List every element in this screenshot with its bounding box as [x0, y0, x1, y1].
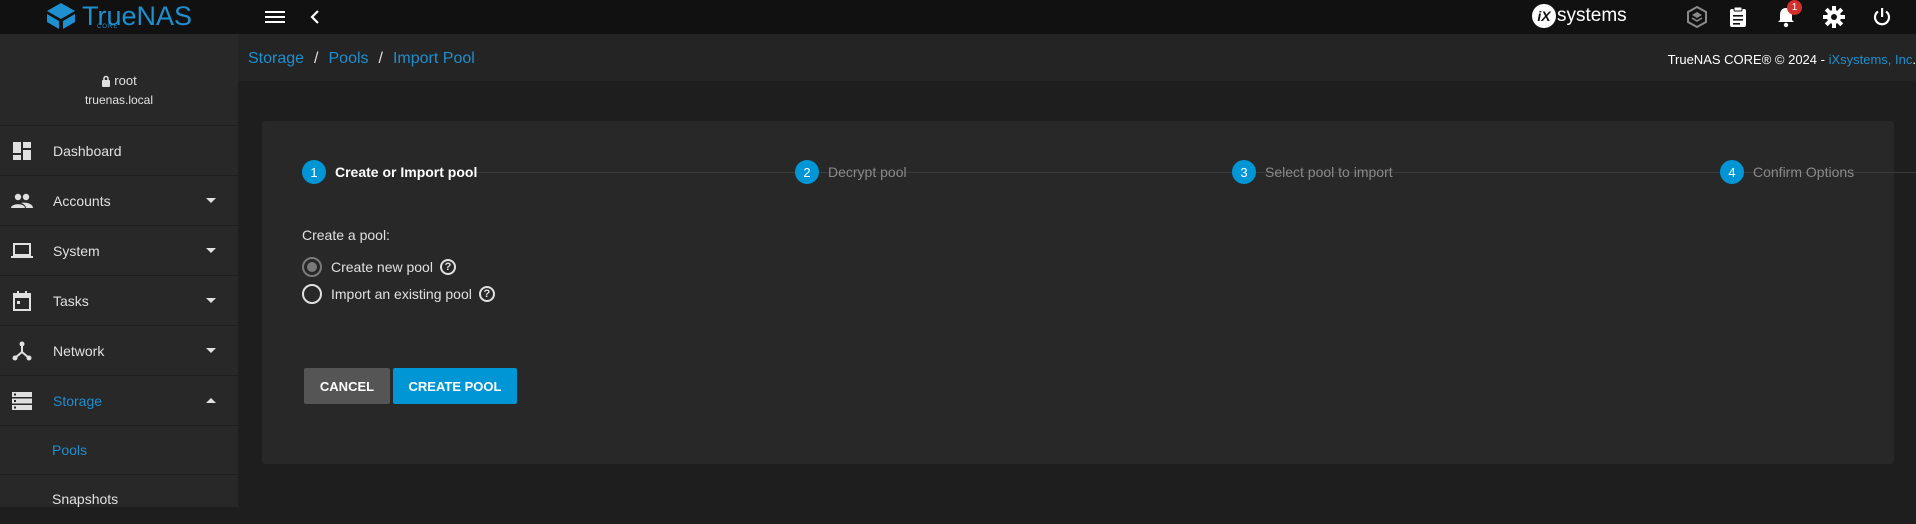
breadcrumb-import-pool[interactable]: Import Pool: [393, 50, 475, 68]
sidebar-subitem-snapshots[interactable]: Snapshots: [0, 475, 238, 524]
user-host: truenas.local: [84, 93, 154, 107]
sidebar-item-label: Network: [53, 342, 105, 359]
ix-mark: iX: [1532, 4, 1556, 28]
user-name-row: root: [0, 73, 238, 88]
sidebar-item-label: Tasks: [53, 292, 89, 309]
network-icon: [10, 339, 34, 363]
step-number: 3: [1232, 160, 1256, 184]
chevron-down-icon: [206, 348, 216, 353]
truecommand-icon[interactable]: [1683, 0, 1711, 34]
step-label: Decrypt pool: [828, 164, 907, 180]
breadcrumb-storage[interactable]: Storage: [248, 50, 304, 68]
user-name: root: [114, 73, 137, 88]
step-label: Create or Import pool: [335, 164, 478, 180]
top-bar: TrueNAS CORE iX systems 1: [0, 0, 1916, 34]
menu-icon[interactable]: [263, 0, 287, 34]
sidebar-item-storage[interactable]: Storage: [0, 376, 238, 426]
sidebar-item-label: Dashboard: [53, 142, 122, 159]
help-icon[interactable]: ?: [439, 259, 456, 275]
breadcrumb-separator: /: [378, 50, 383, 67]
power-icon[interactable]: [1868, 0, 1896, 34]
radio-label: Import an existing pool: [331, 286, 472, 302]
sidebar-subitem-pools[interactable]: Pools: [0, 426, 238, 475]
option-import-existing-pool[interactable]: Import an existing pool ?: [302, 284, 495, 304]
radio-import-existing-pool[interactable]: [302, 284, 322, 304]
breadcrumb-pools[interactable]: Pools: [329, 50, 369, 68]
ixsystems-logo[interactable]: iX systems: [1532, 4, 1627, 28]
sidebar-item-label: Storage: [53, 392, 103, 409]
notification-badge: 1: [1787, 0, 1802, 15]
clipboard-icon[interactable]: [1724, 0, 1752, 34]
copyright-text: TrueNAS CORE® © 2024 -: [1667, 52, 1829, 67]
user-panel: root truenas.local: [0, 34, 238, 126]
radio-create-new-pool[interactable]: [302, 257, 322, 277]
people-icon: [10, 189, 34, 213]
step-decrypt-pool[interactable]: 2 Decrypt pool: [795, 160, 907, 184]
laptop-icon: [10, 239, 34, 263]
sidebar-item-system[interactable]: System: [0, 226, 238, 276]
breadcrumb: Storage / Pools / Import Pool: [248, 50, 475, 68]
breadcrumb-separator: /: [314, 50, 319, 67]
breadcrumb-bar: Storage / Pools / Import Pool TrueNAS CO…: [238, 34, 1916, 81]
sidebar-item-accounts[interactable]: Accounts: [0, 176, 238, 226]
chevron-down-icon: [206, 198, 216, 203]
sidebar-item-tasks[interactable]: Tasks: [0, 276, 238, 326]
gear-icon[interactable]: [1820, 0, 1848, 34]
bell-icon[interactable]: 1: [1772, 0, 1802, 34]
storage-icon: [10, 389, 34, 413]
step-number: 2: [795, 160, 819, 184]
truenas-logo-icon: [47, 3, 75, 29]
calendar-icon: [10, 289, 34, 313]
sidebar-item-dashboard[interactable]: Dashboard: [0, 126, 238, 176]
sidebar-item-label: Accounts: [53, 192, 111, 209]
back-chevron-icon[interactable]: [305, 0, 325, 34]
sidebar-item-label: System: [53, 242, 100, 259]
lock-icon: [102, 75, 111, 87]
sidebar-item-network[interactable]: Network: [0, 326, 238, 376]
chevron-down-icon: [206, 248, 216, 253]
radio-label: Create new pool: [331, 259, 433, 275]
cancel-button[interactable]: CANCEL: [304, 368, 390, 404]
chevron-down-icon: [206, 298, 216, 303]
sidebar: root truenas.local Dashboard Accounts Sy…: [0, 34, 238, 524]
help-icon[interactable]: ?: [478, 286, 495, 302]
copyright-end: .: [1912, 52, 1916, 67]
import-pool-wizard: 1 Create or Import pool 2 Decrypt pool 3…: [262, 121, 1916, 464]
logo-subtitle: CORE: [97, 24, 119, 30]
truenas-logo[interactable]: TrueNAS: [46, 2, 192, 30]
step-confirm-options[interactable]: 4 Confirm Options: [1720, 160, 1854, 184]
step-label: Confirm Options: [1753, 164, 1855, 180]
ixsystems-link[interactable]: iXsystems, Inc: [1829, 52, 1913, 67]
step-create-or-import[interactable]: 1 Create or Import pool: [302, 160, 477, 184]
step-number: 4: [1720, 160, 1744, 184]
step-label: Select pool to import: [1265, 164, 1393, 180]
create-pool-button[interactable]: CREATE POOL: [393, 368, 517, 404]
create-pool-label: Create a pool:: [302, 227, 390, 243]
chevron-up-icon: [206, 398, 216, 403]
step-select-pool[interactable]: 3 Select pool to import: [1232, 160, 1393, 184]
step-number: 1: [302, 160, 326, 184]
copyright: TrueNAS CORE® © 2024 - iXsystems, Inc.: [1668, 52, 1916, 67]
dashboard-icon: [10, 139, 34, 163]
ix-text: systems: [1557, 5, 1627, 26]
option-create-new-pool[interactable]: Create new pool ?: [302, 257, 456, 277]
